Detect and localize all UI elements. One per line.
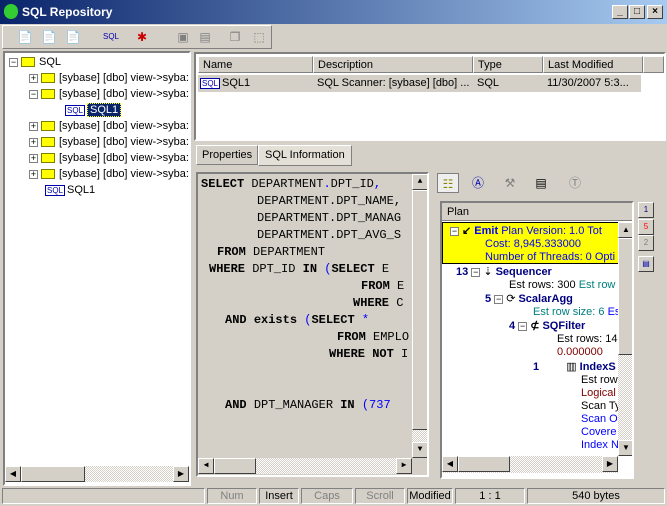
sql-list: Name Description Type Last Modified SQL S… (194, 52, 666, 141)
maximize-button[interactable]: □ (629, 5, 645, 19)
title-bar: SQL Repository _ □ × (0, 0, 667, 24)
copy-icon: ❐ (229, 30, 241, 44)
app-icon (4, 4, 18, 19)
tree-item[interactable]: + [sybase] [dbo] view->syba: (29, 166, 189, 182)
tools-icon: ⚒ (504, 176, 516, 190)
plan-node-sequencer[interactable]: 13 − ⇣ Sequencer (456, 265, 552, 279)
sql-icon: SQL (65, 104, 86, 116)
plan-tree-view-icon[interactable]: ☷ (437, 173, 459, 193)
plan-side-button-1[interactable]: 1 (638, 202, 654, 218)
sql-editor[interactable]: SELECT DEPARTMENT.DPT_ID, DEPARTMENT.DPT… (196, 172, 429, 477)
status-insert: Insert (259, 488, 299, 504)
status-num: Num (207, 488, 257, 504)
close-button[interactable]: × (647, 5, 663, 19)
tree-item[interactable]: + [sybase] [dbo] view->syba: (29, 70, 189, 86)
plan-compare-icon[interactable]: ✱ (131, 27, 153, 47)
save-icon: ▣ (177, 30, 189, 44)
sql-icon: SQL (45, 184, 66, 196)
tree-item[interactable]: SQL SQL1 (45, 182, 95, 198)
repository-tree: − SQL + [sybase] [dbo] view->syba: − [sybas… (3, 51, 191, 486)
tree-item-selected[interactable]: SQL SQL1 (65, 102, 122, 118)
minimize-button[interactable]: _ (612, 5, 628, 19)
notepad-icon[interactable]: ▤ (530, 173, 552, 193)
tree-item[interactable]: + [sybase] [dbo] view->syba: (29, 150, 189, 166)
tree-root[interactable]: − SQL (9, 54, 61, 70)
status-position: 1 : 1 (455, 488, 525, 504)
plan-node-scalaragg[interactable]: 5 − ⟳ ScalarAgg (485, 292, 573, 306)
plan-hscrollbar[interactable]: ◀ ▶ (442, 456, 618, 473)
import-red-icon[interactable]: 📄 (38, 27, 60, 47)
plan-vscrollbar[interactable]: ▲ ▼ (618, 222, 632, 456)
tab-properties[interactable]: Properties (196, 145, 259, 165)
sql-scanner-icon[interactable]: SQL (100, 27, 122, 47)
window-title: SQL Repository (22, 5, 113, 19)
col-header-last-modified[interactable]: Last Modified (543, 56, 643, 73)
plan-header: Plan (442, 203, 632, 221)
tree-hscrollbar[interactable]: ◀ ▶ (5, 466, 189, 482)
status-scroll: Scroll (355, 488, 405, 504)
plan-side-button-5[interactable]: 5 (638, 219, 654, 235)
plan-side-button-2: 2 (638, 235, 654, 251)
plan-details-icon[interactable]: ▤ (638, 256, 654, 272)
print-icon: ▤ (199, 30, 211, 44)
status-message (2, 488, 205, 504)
tree-item[interactable]: + [sybase] [dbo] view->syba: (29, 118, 189, 134)
sql-vscrollbar[interactable]: ▲ ▼ (412, 174, 427, 458)
plan-node-index[interactable]: 1 ▥ IndexS (533, 360, 616, 374)
select-all-icon: ⬚ (253, 30, 265, 44)
sql-icon: SQL (200, 77, 221, 89)
col-header-description[interactable]: Description (313, 56, 473, 73)
status-caps: Caps (301, 488, 353, 504)
col-header-type[interactable]: Type (473, 56, 543, 73)
t-icon: Ⓣ (568, 176, 581, 190)
sql-hscrollbar[interactable]: ◀ ▶ (198, 458, 412, 474)
ap-icon[interactable]: Ⓐ (467, 173, 489, 193)
list-row[interactable]: SQL SQL1 SQL Scanner: [sybase] [dbo] ... … (198, 75, 641, 92)
import-key-icon[interactable]: 📄 (62, 27, 84, 47)
tree-item[interactable]: + [sybase] [dbo] view->syba: (29, 134, 189, 150)
col-header-name[interactable]: Name (198, 56, 313, 73)
tree-root-label: SQL (39, 56, 62, 68)
plan-node-sqfilter[interactable]: 4 − ⊄ SQFilter (509, 319, 585, 333)
status-modified: Modified (407, 488, 453, 504)
import-icon[interactable]: 📄 (14, 27, 36, 47)
tab-sql-information[interactable]: SQL Information (258, 145, 352, 166)
status-size: 540 bytes (527, 488, 665, 504)
tree-item[interactable]: − [sybase] [dbo] view->syba: (29, 86, 189, 102)
plan-tree: Plan − ↙ Emit Plan Version: 1.0 Tot Cost:… (440, 201, 634, 479)
